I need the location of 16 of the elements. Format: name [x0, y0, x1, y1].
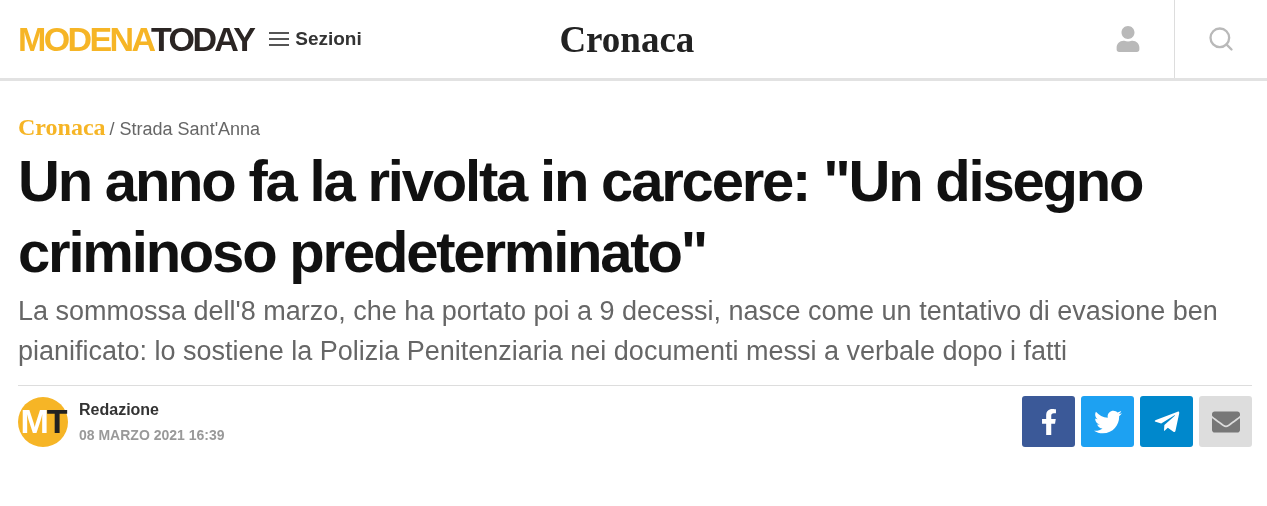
article-headline: Un anno fa la rivolta in carcere: "Un disegno criminoso predeterminato": [18, 147, 1144, 286]
logo[interactable]: MODENATODAY: [18, 20, 254, 58]
sections-menu-button[interactable]: Sezioni: [269, 28, 362, 50]
section-title: Cronaca: [559, 17, 695, 61]
publish-date: 08 MARZO 2021 16:39: [79, 426, 225, 443]
breadcrumb-place: / Strada Sant'Anna: [109, 119, 261, 140]
author-name: Redazione: [79, 400, 160, 419]
search-icon: [1207, 25, 1235, 53]
email-share-button[interactable]: [1199, 396, 1252, 447]
telegram-share-button[interactable]: [1140, 396, 1193, 447]
author-avatar: MT: [18, 396, 68, 447]
article-summary: La sommossa dell'8 marzo, che ha portato poi a 9 decessi, nasce come un tentativo di evasione ben pianificato: lo sostiene la Polizia Penitenziaria nei documenti messi a verbale dopo i fatti: [18, 295, 1219, 368]
user-icon: [1115, 26, 1141, 52]
facebook-share-button[interactable]: [1022, 396, 1075, 447]
menu-icon: [269, 31, 290, 47]
twitter-share-button[interactable]: [1081, 396, 1134, 447]
